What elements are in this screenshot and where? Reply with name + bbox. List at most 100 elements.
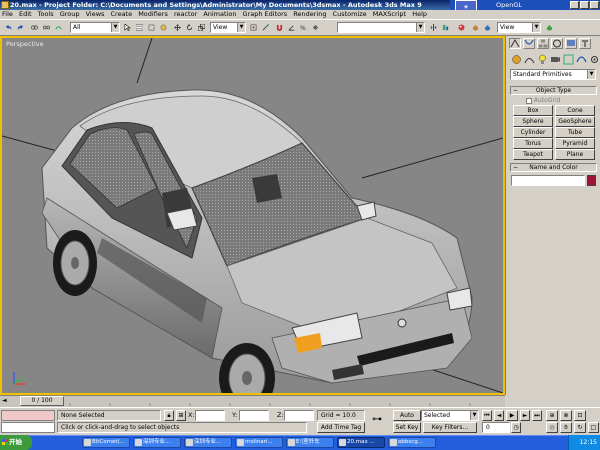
clock[interactable]: 12:15 <box>580 439 597 446</box>
select-object-button[interactable] <box>122 22 133 33</box>
maximize-viewport-button[interactable]: □ <box>588 422 599 433</box>
align-button[interactable] <box>440 22 451 33</box>
go-to-end-button[interactable]: ⏭︎ <box>532 410 542 421</box>
primitive-category-dropdown[interactable]: Standard Primitives ▼ <box>510 69 596 80</box>
taskbar-item[interactable]: 深圳专业... <box>133 437 181 448</box>
maximize-button[interactable] <box>580 1 589 9</box>
cone-button[interactable]: Cone <box>555 105 595 116</box>
menu-reactor[interactable]: reactor <box>172 10 199 19</box>
percent-snap-button[interactable]: % <box>298 22 309 33</box>
taskbar-item[interactable]: 深圳专业... <box>184 437 232 448</box>
orbit-button[interactable]: ↻ <box>574 422 586 433</box>
box-button[interactable]: Box <box>513 105 553 116</box>
key-mode-dropdown[interactable]: Selected ▼ <box>421 410 479 421</box>
select-and-link-button[interactable] <box>29 22 40 33</box>
time-config-button[interactable]: ◷ <box>511 422 521 433</box>
tube-button[interactable]: Tube <box>555 127 595 138</box>
selection-filter-dropdown[interactable]: All ▼ <box>70 22 120 33</box>
menu-help[interactable]: Help <box>410 10 429 19</box>
reference-coordinate-dropdown[interactable]: View ▼ <box>210 22 246 33</box>
maxscript-listener-pink[interactable] <box>1 410 55 421</box>
maxscript-listener-white[interactable] <box>1 422 55 433</box>
current-frame-field[interactable]: 0 <box>482 422 510 433</box>
bind-space-warp-button[interactable] <box>53 22 64 33</box>
next-frame-button[interactable]: ► <box>520 410 530 421</box>
zoom-all-button[interactable]: ⊗ <box>560 410 572 421</box>
window-crossing-button[interactable] <box>158 22 169 33</box>
shapes-category-button[interactable] <box>524 54 535 65</box>
sphere-button[interactable]: Sphere <box>513 116 553 127</box>
taskbar-item[interactable]: abbscg... <box>388 437 436 448</box>
geometry-category-button[interactable] <box>511 54 522 65</box>
field-of-view-button[interactable]: ◇ <box>546 422 558 433</box>
material-editor-button[interactable] <box>456 22 467 33</box>
space-warps-category-button[interactable] <box>576 54 587 65</box>
select-manipulate-button[interactable] <box>260 22 271 33</box>
unlink-button[interactable] <box>41 22 52 33</box>
select-move-button[interactable] <box>172 22 183 33</box>
menu-create[interactable]: Create <box>109 10 135 19</box>
perspective-viewport[interactable]: Perspective <box>0 36 505 395</box>
render-production-button[interactable] <box>544 22 555 33</box>
play-button[interactable]: ▶ <box>506 410 518 421</box>
lock-selection-button[interactable]: 🔒︎ <box>164 410 174 421</box>
menu-file[interactable]: File <box>0 10 15 19</box>
taskbar-item[interactable]: 20.max ... <box>337 437 385 448</box>
tab-create[interactable] <box>509 38 521 49</box>
geosphere-button[interactable]: GeoSphere <box>555 116 595 127</box>
cylinder-button[interactable]: Cylinder <box>513 127 553 138</box>
object-name-field[interactable] <box>511 175 585 186</box>
tab-motion[interactable] <box>551 38 563 49</box>
time-slider[interactable]: 0 / 100 <box>20 396 64 406</box>
named-selection-dropdown[interactable]: ▼ <box>337 22 425 33</box>
quick-render-button[interactable] <box>482 22 493 33</box>
zoom-button[interactable]: ⊕ <box>546 410 558 421</box>
redo-button[interactable] <box>15 22 26 33</box>
menu-views[interactable]: Views <box>84 10 107 19</box>
plane-button[interactable]: Plane <box>555 149 595 160</box>
systems-category-button[interactable] <box>589 54 600 65</box>
select-by-name-button[interactable] <box>134 22 145 33</box>
auto-key-button[interactable]: Auto Key <box>393 410 421 428</box>
add-time-tag-button[interactable]: Add Time Tag <box>317 422 365 433</box>
previous-frame-button[interactable]: ◄ <box>494 410 504 421</box>
object-color-swatch[interactable] <box>587 175 596 186</box>
taskbar-item[interactable]: BitComet(... <box>82 437 130 448</box>
pan-button[interactable]: ✋︎ <box>560 422 572 433</box>
pivot-center-button[interactable] <box>248 22 259 33</box>
y-coordinate-field[interactable] <box>239 410 269 421</box>
taskbar-item[interactable]: molinari... <box>235 437 283 448</box>
minimize-button[interactable] <box>570 1 579 9</box>
timeline-prev-icon[interactable]: ◄ <box>2 397 16 405</box>
timeline-track[interactable] <box>0 395 505 407</box>
menu-group[interactable]: Group <box>58 10 82 19</box>
start-button[interactable]: 开始 <box>0 435 32 450</box>
teapot-button[interactable]: Teapot <box>513 149 553 160</box>
tab-utilities[interactable] <box>579 38 591 49</box>
menu-modifiers[interactable]: Modifiers <box>136 10 170 19</box>
selection-region-button[interactable] <box>146 22 157 33</box>
close-button[interactable] <box>590 1 599 9</box>
undo-button[interactable] <box>3 22 14 33</box>
helpers-category-button[interactable] <box>563 54 574 65</box>
spinner-snap-button[interactable] <box>310 22 321 33</box>
select-scale-button[interactable] <box>196 22 207 33</box>
menu-maxscript[interactable]: MAXScript <box>371 10 408 19</box>
lights-category-button[interactable] <box>537 54 548 65</box>
viewport-render-dropdown[interactable]: View ▼ <box>497 22 541 33</box>
tab-hierarchy[interactable] <box>537 38 549 49</box>
x-coordinate-field[interactable] <box>195 410 225 421</box>
absolute-mode-button[interactable]: ⊞ <box>176 410 186 421</box>
viewport-label[interactable]: Perspective <box>6 40 44 48</box>
menu-rendering[interactable]: Rendering <box>291 10 328 19</box>
name-color-rollout-header[interactable]: − Name and Color <box>510 163 597 172</box>
key-filters-button[interactable]: Key Filters... <box>423 422 477 433</box>
menu-customize[interactable]: Customize <box>331 10 369 19</box>
tab-display[interactable] <box>565 38 577 49</box>
menu-tools[interactable]: Tools <box>36 10 56 19</box>
torus-button[interactable]: Torus <box>513 138 553 149</box>
go-to-start-button[interactable]: ⏮︎ <box>482 410 492 421</box>
render-setup-button[interactable] <box>470 22 481 33</box>
menu-edit[interactable]: Edit <box>17 10 34 19</box>
taskbar-item[interactable]: E:\室外车 <box>286 437 334 448</box>
